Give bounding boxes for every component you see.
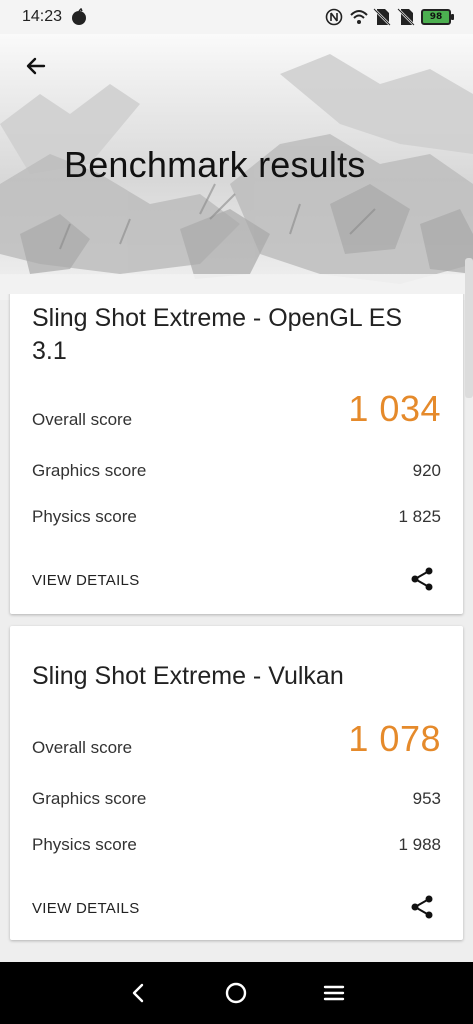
physics-score-value: 1 988: [398, 835, 441, 854]
home-icon: [226, 982, 247, 1004]
result-title: Sling Shot Extreme - OpenGL ES 3.1: [32, 304, 403, 365]
app-notification-icon: [70, 7, 88, 26]
battery-level: 98: [429, 12, 443, 22]
no-sim-icon: [373, 8, 391, 26]
physics-score-label: Physics score: [32, 507, 137, 526]
results-list[interactable]: Sling Shot Extreme - OpenGL ES 3.1 Overa…: [0, 294, 473, 962]
view-details-button[interactable]: VIEW DETAILS: [32, 900, 140, 917]
back-button[interactable]: [20, 50, 52, 82]
status-time: 14:23: [22, 8, 63, 25]
header-banner: Benchmark results: [0, 34, 473, 300]
share-icon: [411, 567, 433, 591]
overall-score-label: Overall score: [32, 410, 133, 429]
nfc-icon: [325, 8, 343, 26]
wifi-icon: [349, 8, 368, 26]
status-right: 98: [325, 8, 454, 26]
status-left: 14:23: [22, 7, 88, 26]
result-title: Sling Shot Extreme - Vulkan: [32, 662, 344, 690]
nav-menu-button[interactable]: [314, 973, 354, 1013]
physics-score-value: 1 825: [398, 507, 441, 526]
graphics-score-value: 920: [412, 461, 441, 480]
graphics-score-value: 953: [412, 789, 441, 808]
nav-back-button[interactable]: [119, 973, 159, 1013]
graphics-score-label: Graphics score: [32, 461, 147, 480]
no-sim-icon: [397, 8, 415, 26]
scrollbar[interactable]: [465, 258, 473, 398]
arrow-left-icon: [26, 57, 46, 75]
status-bar: 14:23 98: [0, 0, 473, 34]
menu-icon: [323, 985, 345, 1001]
battery-icon: 98: [421, 9, 454, 25]
result-card-vulkan: Sling Shot Extreme - Vulkan Overall scor…: [10, 626, 463, 940]
page-title: Benchmark results: [64, 144, 366, 185]
navigation-bar: [0, 962, 473, 1024]
graphics-score-label: Graphics score: [32, 789, 147, 808]
share-button[interactable]: [407, 892, 437, 922]
overall-score-value: 1 034: [348, 388, 441, 429]
view-details-button[interactable]: VIEW DETAILS: [32, 572, 140, 589]
physics-score-label: Physics score: [32, 835, 137, 854]
overall-score-label: Overall score: [32, 738, 133, 757]
share-icon: [411, 895, 433, 919]
result-card-opengl: Sling Shot Extreme - OpenGL ES 3.1 Overa…: [10, 294, 463, 614]
back-icon: [132, 983, 144, 1003]
share-button[interactable]: [407, 564, 437, 594]
overall-score-value: 1 078: [348, 718, 441, 759]
nav-home-button[interactable]: [216, 973, 256, 1013]
